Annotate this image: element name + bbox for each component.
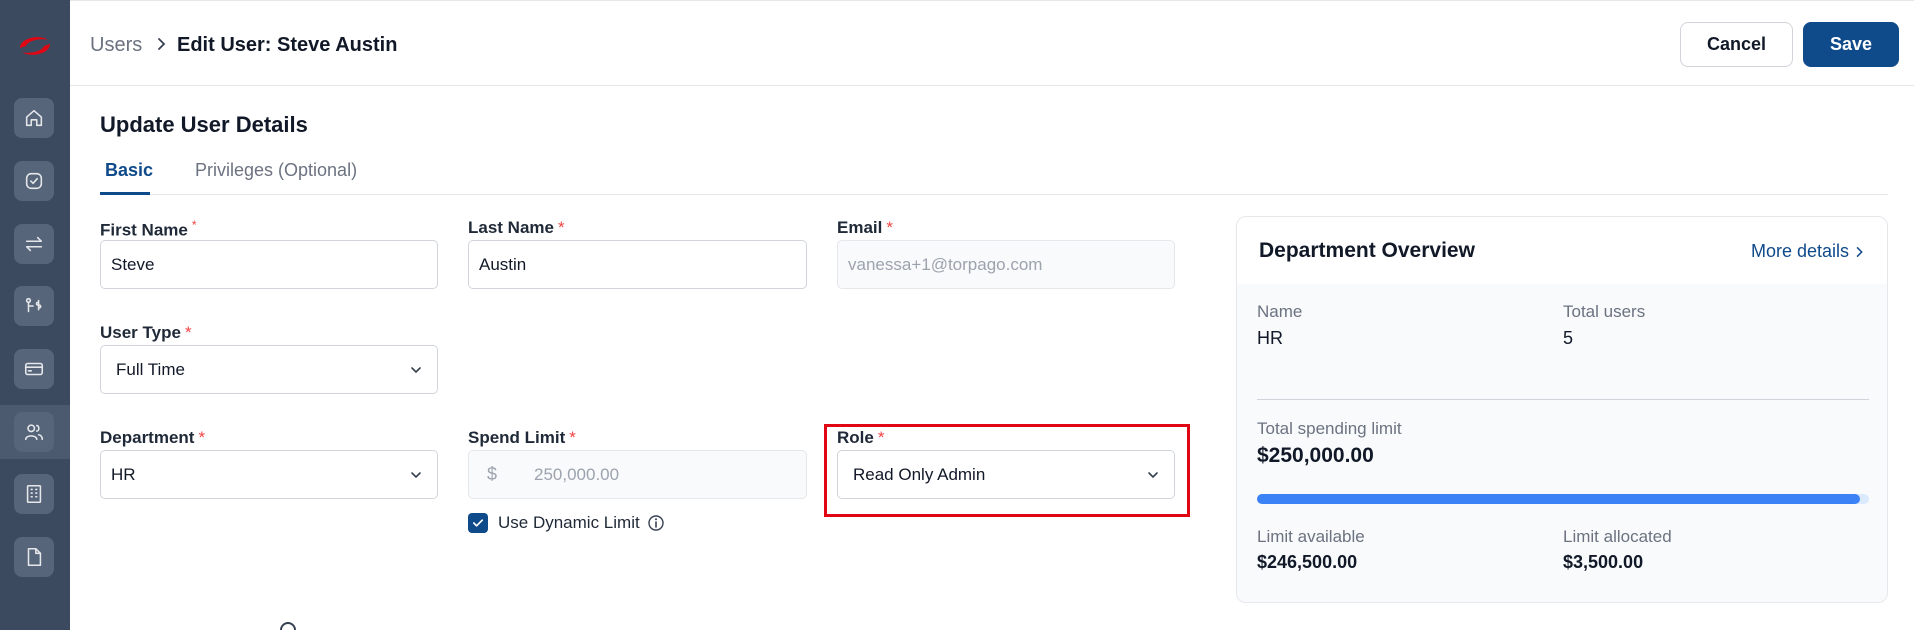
last-name-label: Last Name * bbox=[468, 218, 565, 237]
sidebar-item-users[interactable] bbox=[14, 412, 54, 452]
total-users-value: 5 bbox=[1563, 328, 1574, 348]
chevron-right-icon bbox=[1856, 246, 1863, 257]
sidebar-item-documents[interactable] bbox=[14, 537, 54, 577]
check-circle-icon bbox=[25, 172, 43, 190]
name-label: Name bbox=[1257, 302, 1303, 321]
dynamic-limit-label[interactable]: Use Dynamic Limit bbox=[498, 513, 640, 533]
department-label: Department * bbox=[100, 428, 206, 447]
first-name-label: First Name * bbox=[100, 218, 197, 240]
sidebar-item-transactions[interactable] bbox=[14, 224, 54, 264]
chevron-right-icon bbox=[158, 38, 166, 50]
panel-header: Department Overview More details bbox=[1237, 217, 1887, 284]
tab-privileges[interactable]: Privileges (Optional) bbox=[195, 160, 357, 181]
sidebar bbox=[0, 0, 70, 630]
sidebar-item-cards[interactable] bbox=[14, 349, 54, 389]
limit-progress-bar bbox=[1257, 494, 1869, 504]
limit-allocated-value: $3,500.00 bbox=[1563, 552, 1644, 572]
partial-circle-icon bbox=[280, 622, 296, 630]
dynamic-limit-checkbox[interactable] bbox=[468, 513, 488, 533]
user-type-label: User Type * bbox=[100, 323, 192, 342]
info-icon[interactable] bbox=[647, 514, 665, 532]
total-spending-limit-value: $250,000.00 bbox=[1257, 444, 1374, 467]
role-highlight-box bbox=[824, 424, 1190, 517]
name-value: HR bbox=[1257, 328, 1283, 348]
page-title: Edit User: Steve Austin bbox=[177, 34, 398, 56]
first-name-input[interactable]: Steve bbox=[100, 240, 438, 289]
spend-limit-input[interactable]: $ 250,000.00 bbox=[468, 450, 807, 499]
email-input[interactable]: vanessa+1@torpago.com bbox=[837, 240, 1175, 289]
breadcrumb-users-link[interactable]: Users bbox=[90, 34, 142, 57]
email-label: Email * bbox=[837, 218, 893, 237]
spend-limit-label: Spend Limit * bbox=[468, 428, 576, 447]
brand-logo-icon[interactable] bbox=[14, 28, 56, 64]
sidebar-item-home[interactable] bbox=[14, 98, 54, 138]
limit-allocated-label: Limit allocated bbox=[1563, 527, 1672, 546]
home-icon bbox=[25, 109, 43, 127]
limit-progress-fill bbox=[1257, 494, 1861, 504]
user-type-select[interactable]: Full Time bbox=[100, 345, 438, 394]
transfer-icon bbox=[25, 236, 43, 252]
checkmark-icon bbox=[472, 519, 484, 527]
save-button[interactable]: Save bbox=[1803, 22, 1899, 67]
chevron-down-icon bbox=[411, 367, 421, 374]
routing-dollar-icon bbox=[25, 297, 42, 313]
total-users-label: Total users bbox=[1563, 302, 1646, 321]
user-type-value: Full Time bbox=[116, 359, 185, 379]
sidebar-item-departments[interactable] bbox=[14, 474, 54, 514]
tab-bar: Basic Privileges (Optional) bbox=[100, 150, 1888, 195]
active-tab-indicator bbox=[100, 192, 150, 195]
more-details-link[interactable]: More details bbox=[1751, 241, 1865, 262]
limit-available-value: $246,500.00 bbox=[1257, 552, 1358, 572]
department-select[interactable]: HR bbox=[100, 450, 438, 499]
top-header: Users Edit User: Steve Austin Cancel Sav… bbox=[70, 0, 1914, 86]
document-icon bbox=[27, 547, 42, 567]
cancel-button[interactable]: Cancel bbox=[1680, 22, 1793, 67]
total-spending-limit-label: Total spending limit bbox=[1257, 419, 1402, 438]
limit-available-label: Limit available bbox=[1257, 527, 1365, 546]
currency-symbol: $ bbox=[487, 464, 498, 484]
section-title: Update User Details bbox=[100, 112, 308, 137]
sidebar-item-approvals[interactable] bbox=[14, 161, 54, 201]
users-icon bbox=[24, 424, 44, 441]
more-details-label: More details bbox=[1750, 241, 1849, 261]
department-value: HR bbox=[111, 464, 136, 484]
sidebar-item-reimbursements[interactable] bbox=[14, 286, 54, 326]
spend-limit-value: 250,000.00 bbox=[534, 465, 620, 484]
department-overview-panel: Department Overview More details Name HR… bbox=[1236, 216, 1888, 603]
tab-basic[interactable]: Basic bbox=[105, 160, 153, 181]
chevron-down-icon bbox=[411, 472, 421, 479]
credit-card-icon bbox=[24, 362, 44, 376]
panel-title: Department Overview bbox=[1259, 239, 1475, 262]
panel-body: Name HR Total users 5 Total spending lim… bbox=[1237, 284, 1887, 602]
last-name-input[interactable]: Austin bbox=[468, 240, 807, 289]
panel-divider bbox=[1257, 399, 1869, 400]
building-icon bbox=[26, 484, 42, 504]
